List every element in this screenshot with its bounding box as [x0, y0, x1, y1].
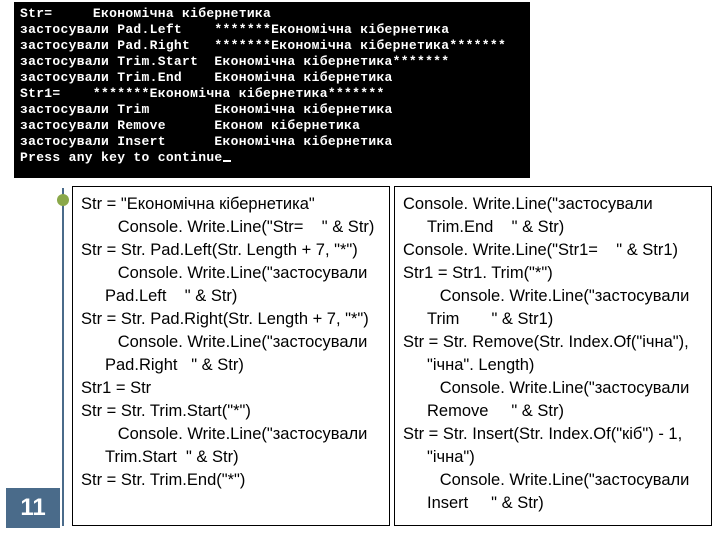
- code-snippets: Str = "Економічна кібернетика" Console. …: [72, 186, 712, 526]
- code-line: Str = Str. Trim.Start("*"): [81, 400, 381, 423]
- code-line: Str1 = Str1. Trim("*"): [403, 262, 703, 285]
- cursor-icon: [223, 160, 231, 162]
- code-line: Console. Write.Line("застосували Insert …: [403, 469, 703, 515]
- code-line: Console. Write.Line("Str= " & Str): [81, 216, 381, 239]
- code-line: Str = Str. Pad.Left(Str. Length + 7, "*"…: [81, 239, 381, 262]
- page-number: 11: [6, 488, 60, 528]
- code-right-column: Console. Write.Line("застосували Trim.En…: [394, 186, 712, 526]
- code-line: Console. Write.Line("застосували Trim.St…: [81, 423, 381, 469]
- console-output: Str= Економічна кібернетика застосували …: [14, 2, 530, 178]
- code-line: Str = Str. Pad.Right(Str. Length + 7, "*…: [81, 308, 381, 331]
- code-line: Str = "Економічна кібернетика": [81, 193, 381, 216]
- code-line: Console. Write.Line("застосували Trim.En…: [403, 193, 703, 239]
- code-line: Str = Str. Insert(Str. Index.Of("кіб") -…: [403, 423, 703, 469]
- code-line: Console. Write.Line("Str1= " & Str1): [403, 239, 703, 262]
- vertical-rule: [62, 188, 64, 526]
- code-line: Console. Write.Line("застосували Trim " …: [403, 285, 703, 331]
- code-left-column: Str = "Економічна кібернетика" Console. …: [72, 186, 390, 526]
- code-line: Console. Write.Line("застосували Remove …: [403, 377, 703, 423]
- bullet-icon: [57, 194, 69, 206]
- code-line: Str1 = Str: [81, 377, 381, 400]
- code-line: Str = Str. Remove(Str. Index.Of("ічна"),…: [403, 331, 703, 377]
- code-line: Str = Str. Trim.End("*"): [81, 469, 381, 492]
- code-line: Console. Write.Line("застосували Pad.Lef…: [81, 262, 381, 308]
- code-line: Console. Write.Line("застосували Pad.Rig…: [81, 331, 381, 377]
- page-number-text: 11: [20, 494, 45, 522]
